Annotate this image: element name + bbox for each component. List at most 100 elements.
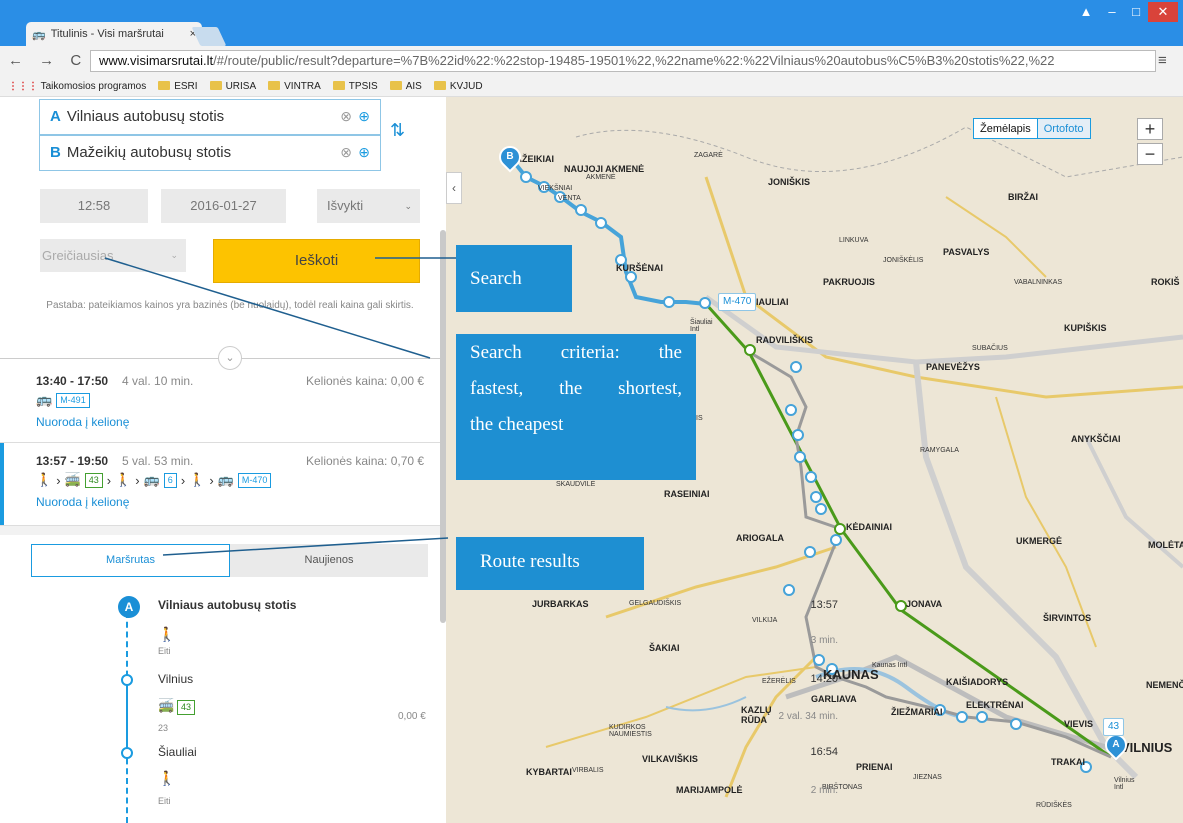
line-badge: 43 <box>177 700 196 715</box>
bookmark-ais[interactable]: AIS <box>389 81 422 92</box>
browser-menu-icon[interactable]: ≡ <box>1158 52 1167 69</box>
tab-news[interactable]: Naujienos <box>230 544 428 577</box>
locate-icon[interactable]: ⊕ <box>358 144 370 161</box>
tab-route[interactable]: Maršrutas <box>31 544 230 577</box>
minimize-icon[interactable]: – <box>1100 2 1124 22</box>
departure-mode-select[interactable]: Išvykti ⌄ <box>317 189 420 223</box>
airport-label: Vilnius Intl <box>1114 777 1135 791</box>
city-label: ŠAKIAI <box>649 643 680 653</box>
result-item-selected[interactable]: 13:57 - 19:50 5 val. 53 min. Kelionės ka… <box>0 444 446 522</box>
bookmark-tpsis[interactable]: TPSIS <box>332 81 378 92</box>
stop-time: 14:20 <box>810 673 838 685</box>
city-label: NAUJOJI AKMENĖ <box>564 164 645 174</box>
stop-dot <box>121 747 133 759</box>
city-label: NEMENČ <box>1146 680 1183 690</box>
airport-label: Šiauliai Intl <box>690 319 713 333</box>
stop-name: Vilniaus autobusų stotis <box>158 598 297 612</box>
city-label: RASEINIAI <box>664 489 710 499</box>
zoom-in-button[interactable]: + <box>1137 118 1163 140</box>
clear-icon[interactable]: ⊗ <box>340 108 352 125</box>
town-label: EŽERĖLIS <box>762 678 796 685</box>
time-field[interactable]: 12:58 <box>40 189 148 223</box>
address-bar[interactable]: www.visimarsrutai.lt/#/route/public/resu… <box>90 50 1156 72</box>
town-label: VENTA <box>558 195 581 202</box>
map-type-ortho[interactable]: Ortofoto <box>1037 119 1090 138</box>
bus-icon: 🚌 <box>36 392 53 407</box>
bookmark-kvjud[interactable]: KVJUD <box>433 81 483 92</box>
callout-search: Search <box>456 245 572 312</box>
date-field[interactable]: 2016-01-27 <box>161 189 286 223</box>
collapse-sidebar-button[interactable]: ‹ <box>446 172 462 204</box>
bookmark-apps[interactable]: ⋮⋮⋮ Taikomosios programos <box>8 81 146 92</box>
origin-letter: A <box>50 108 61 125</box>
folder-icon <box>209 81 222 91</box>
leg-duration: 3 min. <box>810 635 838 646</box>
town-label: AKMENĖ <box>586 174 616 181</box>
town-label: JIEZNAS <box>913 774 942 781</box>
callout-criteria-line: fastest, the shortest, <box>470 378 682 399</box>
origin-field[interactable]: A Vilniaus autobusų stotis ⊗ ⊕ <box>39 99 381 135</box>
city-label: ŠIRVINTOS <box>1043 613 1092 623</box>
line-badge: 6 <box>163 472 177 488</box>
result-link[interactable]: Nuoroda į kelionę <box>36 495 129 509</box>
airport-label: Kaunas Intl <box>872 662 908 669</box>
user-icon[interactable]: ▲ <box>1075 2 1097 22</box>
walk-icon: 🚶 <box>115 472 132 487</box>
close-window-icon[interactable]: ✕ <box>1148 2 1178 22</box>
bus-icon: 🚌 <box>217 472 234 487</box>
result-item[interactable]: 13:40 - 17:50 4 val. 10 min. Kelionės ka… <box>0 364 446 442</box>
destination-field[interactable]: B Mažeikių autobusų stotis ⊗ ⊕ <box>39 135 381 171</box>
city-label: JONIŠKIS <box>768 177 811 187</box>
town-label: SUBAČIUS <box>972 345 1008 352</box>
map-type-map[interactable]: Žemėlapis <box>974 119 1038 138</box>
sidebar-scrollbar[interactable] <box>440 230 446 623</box>
search-button[interactable]: Ieškoti <box>213 239 420 283</box>
leg-duration: 2 val. 34 min. <box>778 711 838 722</box>
route-badge-m470[interactable]: M-470 <box>718 293 757 311</box>
bookmark-esri[interactable]: ESRI <box>158 81 198 92</box>
trolleybus-icon: 🚎 <box>158 698 175 713</box>
city-label: VILKAVIŠKIS <box>642 754 698 764</box>
result-price: Kelionės kaina: 0,70 € <box>306 454 425 468</box>
locate-icon[interactable]: ⊕ <box>358 108 370 125</box>
bookmark-urisa[interactable]: URISA <box>209 81 256 92</box>
tab-title: Titulinis - Visi maršrutai <box>50 28 164 40</box>
town-label: ZAGARĖ <box>694 152 723 159</box>
bookmark-vintra[interactable]: VINTRA <box>268 81 321 92</box>
result-link[interactable]: Nuoroda į kelionę <box>36 415 129 429</box>
destination-letter: B <box>50 144 61 161</box>
folder-icon <box>158 81 171 91</box>
city-label: MARIJAMPOLĖ <box>676 785 743 795</box>
line-badge: 43 <box>84 472 103 488</box>
city-label: MOLĖTA <box>1148 540 1183 550</box>
city-label: PASVALYS <box>943 247 990 257</box>
swap-icon[interactable]: ⇅ <box>390 120 405 141</box>
browser-tab[interactable]: 🚌 Titulinis - Visi maršrutai × <box>26 22 202 46</box>
section-divider <box>0 525 446 535</box>
walk-icon: 🚶 <box>158 770 176 786</box>
folder-icon <box>332 81 345 91</box>
bus-favicon-icon: 🚌 <box>32 28 46 41</box>
callout-criteria-line: Search criteria: the <box>470 342 682 363</box>
route-badge-43[interactable]: 43 <box>1103 718 1125 736</box>
stop-time: 13:57 <box>810 599 838 611</box>
leg-stops: 23 <box>158 723 169 733</box>
zoom-out-button[interactable]: − <box>1137 143 1163 165</box>
navigation-buttons[interactable]: ← → C <box>8 52 87 69</box>
town-label: SKAUDVILĖ <box>556 481 596 488</box>
city-label: RADVILIŠKIS <box>756 335 814 345</box>
maximize-icon[interactable]: □ <box>1124 2 1148 22</box>
bus-icon: 🚌 <box>143 472 160 487</box>
clear-icon[interactable]: ⊗ <box>340 144 352 161</box>
folder-icon <box>433 81 446 91</box>
walk-icon: 🚶 <box>158 626 176 642</box>
walk-icon: 🚶 <box>36 472 53 487</box>
price-note: Pastaba: pateikiamos kainos yra bazinės … <box>46 300 414 311</box>
city-label: ELEKTRĖNAI <box>966 700 1024 710</box>
result-price: Kelionės kaina: 0,00 € <box>306 374 425 388</box>
apps-grid-icon: ⋮⋮⋮ <box>8 80 38 92</box>
stop-dot <box>121 674 133 686</box>
criteria-select[interactable]: Greičiausias ⌄ <box>40 239 186 272</box>
criteria-value: Greičiausias <box>42 248 114 263</box>
city-label: KAIŠIADORYS <box>946 677 1009 687</box>
